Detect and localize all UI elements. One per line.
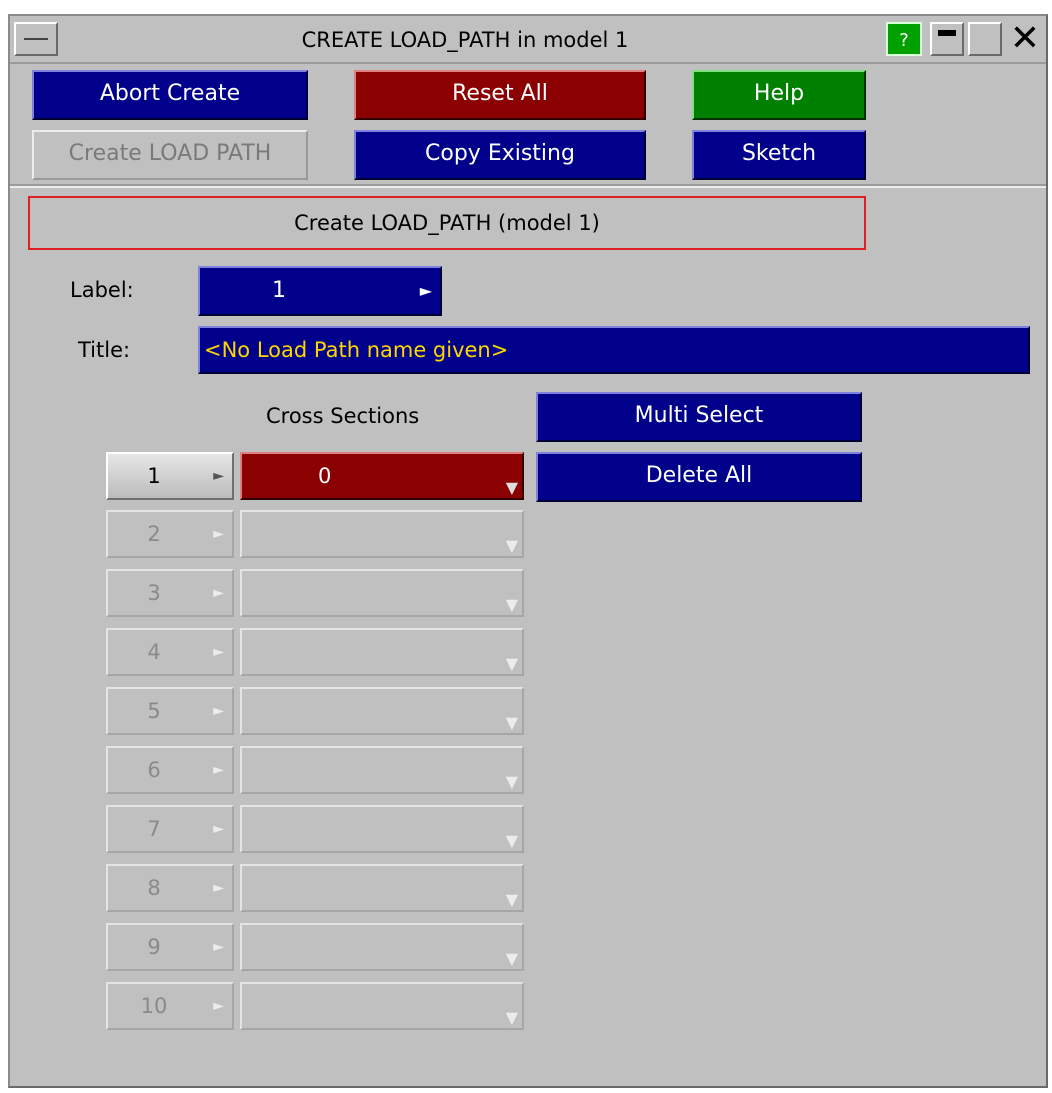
multi-select-button[interactable]: Multi Select: [536, 392, 862, 442]
row-value: 0: [318, 464, 332, 488]
cross-section-row-field[interactable]: ▼: [240, 569, 524, 617]
label-field[interactable]: 1 ►: [198, 266, 442, 316]
arrow-right-icon: ►: [213, 585, 224, 601]
create-load-path-button[interactable]: Create LOAD PATH: [32, 130, 308, 180]
help-button[interactable]: Help: [692, 70, 866, 120]
title-bar: CREATE LOAD_PATH in model 1 ? ✕: [10, 16, 1046, 64]
sketch-button[interactable]: Sketch: [692, 130, 866, 180]
cross-section-row-field[interactable]: ▼: [240, 805, 524, 853]
cross-section-row-button[interactable]: 4 ►: [106, 628, 234, 676]
cross-section-row-button[interactable]: 8 ►: [106, 864, 234, 912]
dropdown-arrow-icon: ▼: [505, 478, 518, 497]
dropdown-arrow-icon: ▼: [505, 772, 518, 791]
row-index: 6: [147, 758, 161, 782]
title-caption: Title:: [78, 338, 131, 362]
row-index: 10: [140, 994, 168, 1018]
window-help-button[interactable]: ?: [886, 22, 922, 56]
cross-section-row-button[interactable]: 6 ►: [106, 746, 234, 794]
cross-section-row-button[interactable]: 3 ►: [106, 569, 234, 617]
label-value: 1: [272, 278, 286, 303]
dropdown-arrow-icon: ▼: [505, 713, 518, 732]
cross-section-row-field[interactable]: ▼: [240, 687, 524, 735]
row-index: 2: [147, 522, 161, 546]
cross-section-row-button[interactable]: 5 ►: [106, 687, 234, 735]
arrow-right-icon: ►: [419, 281, 432, 300]
cross-section-row-field[interactable]: ▼: [240, 864, 524, 912]
row-index: 5: [147, 699, 161, 723]
arrow-right-icon: ►: [213, 821, 224, 837]
row-index: 8: [147, 876, 161, 900]
cross-section-row-button[interactable]: 7 ►: [106, 805, 234, 853]
cross-section-row-button[interactable]: 1 ►: [106, 452, 234, 500]
cross-section-row-button[interactable]: 2 ►: [106, 510, 234, 558]
divider: [10, 184, 1046, 188]
reset-all-button[interactable]: Reset All: [354, 70, 646, 120]
dropdown-arrow-icon: ▼: [505, 890, 518, 909]
arrow-right-icon: ►: [213, 998, 224, 1014]
cross-section-row-field[interactable]: 0 ▼: [240, 452, 524, 500]
arrow-right-icon: ►: [213, 762, 224, 778]
cross-section-row-field[interactable]: ▼: [240, 628, 524, 676]
cross-section-row-field[interactable]: ▼: [240, 746, 524, 794]
create-load-path-window: CREATE LOAD_PATH in model 1 ? ✕ Abort Cr…: [8, 14, 1048, 1088]
cross-section-row-field[interactable]: ▼: [240, 510, 524, 558]
title-field[interactable]: <No Load Path name given>: [198, 326, 1030, 374]
delete-all-button[interactable]: Delete All: [536, 452, 862, 502]
form-header: Create LOAD_PATH (model 1): [28, 196, 866, 250]
arrow-right-icon: ►: [213, 880, 224, 896]
dropdown-arrow-icon: ▼: [505, 949, 518, 968]
dropdown-arrow-icon: ▼: [505, 654, 518, 673]
dropdown-arrow-icon: ▼: [505, 1008, 518, 1027]
dropdown-arrow-icon: ▼: [505, 595, 518, 614]
arrow-right-icon: ►: [213, 468, 224, 484]
label-caption: Label:: [70, 278, 134, 302]
window-title: CREATE LOAD_PATH in model 1: [301, 28, 629, 52]
copy-existing-button[interactable]: Copy Existing: [354, 130, 646, 180]
dropdown-arrow-icon: ▼: [505, 831, 518, 850]
dropdown-arrow-icon: ▼: [505, 536, 518, 555]
maximize-button[interactable]: [968, 22, 1002, 56]
cross-section-row-button[interactable]: 9 ►: [106, 923, 234, 971]
arrow-right-icon: ►: [213, 703, 224, 719]
abort-create-button[interactable]: Abort Create: [32, 70, 308, 120]
cross-section-row-field[interactable]: ▼: [240, 982, 524, 1030]
row-index: 1: [147, 464, 161, 488]
window-menu-button[interactable]: [14, 22, 58, 56]
cross-sections-heading: Cross Sections: [266, 404, 420, 428]
row-index: 3: [147, 581, 161, 605]
arrow-right-icon: ►: [213, 939, 224, 955]
row-index: 4: [147, 640, 161, 664]
row-index: 9: [147, 935, 161, 959]
arrow-right-icon: ►: [213, 644, 224, 660]
cross-section-row-field[interactable]: ▼: [240, 923, 524, 971]
minimize-button[interactable]: [930, 22, 964, 56]
cross-section-row-button[interactable]: 10 ►: [106, 982, 234, 1030]
row-index: 7: [147, 817, 161, 841]
close-button[interactable]: ✕: [1006, 21, 1044, 58]
arrow-right-icon: ►: [213, 526, 224, 542]
